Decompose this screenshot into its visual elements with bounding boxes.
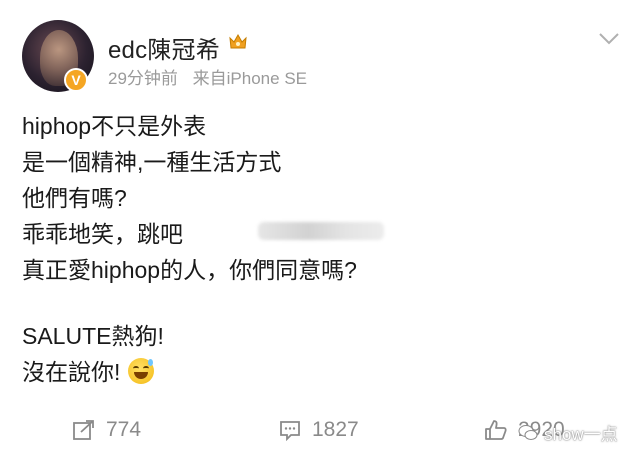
content-gap [22, 288, 357, 318]
comment-icon [280, 421, 300, 441]
repost-icon [73, 420, 94, 440]
verified-badge-icon: V [64, 68, 88, 92]
watermark-text: show一点 [544, 425, 618, 444]
post-source[interactable]: 来自iPhone SE [193, 69, 307, 88]
comment-button[interactable]: 1827 [278, 416, 359, 444]
content-line: 真正愛hiphop的人，你們同意嗎? [22, 257, 357, 283]
crown-icon [229, 33, 247, 49]
content-line: 是一個精神,一種生活方式 [22, 149, 282, 175]
content-line: hiphop不只是外表 [22, 113, 207, 139]
watermark: show一点 [518, 420, 618, 445]
content-line-text: 沒在說你! [22, 359, 121, 385]
content-line: SALUTE熱狗! [22, 323, 164, 349]
chevron-down-icon[interactable] [598, 32, 620, 46]
blurred-text-region [258, 222, 384, 240]
like-icon [485, 420, 507, 440]
content-line: 他們有嗎? [22, 185, 127, 211]
comment-count: 1827 [312, 418, 359, 441]
repost-button[interactable]: 774 [72, 416, 141, 444]
weibo-post: V edc陳冠希 29分钟前 来自iPhone SE hiphop不只是外表 是… [0, 0, 640, 462]
grinning-sweat-emoji-icon [128, 358, 155, 384]
wechat-watermark-icon [518, 424, 538, 440]
repost-count: 774 [106, 418, 142, 441]
content-line-last: 沒在說你! [22, 354, 357, 390]
post-content: hiphop不只是外表 是一個精神,一種生活方式 他們有嗎? 乖乖地笑，跳吧 真… [22, 108, 357, 390]
post-meta: 29分钟前 来自iPhone SE [108, 64, 317, 89]
username[interactable]: edc陳冠希 [108, 30, 220, 65]
post-time: 29分钟前 [108, 69, 178, 88]
